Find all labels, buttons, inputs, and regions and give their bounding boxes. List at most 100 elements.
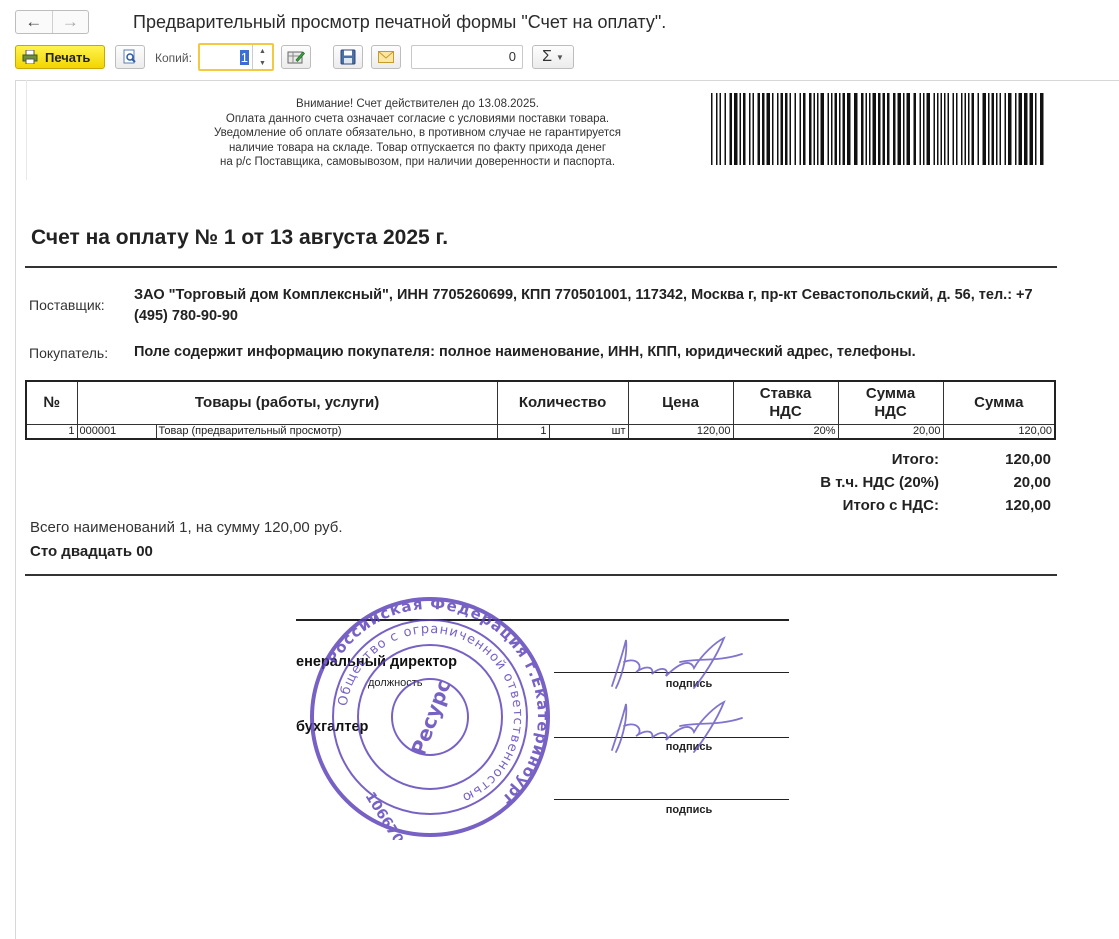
amount-in-words: Сто двадцать 00 bbox=[30, 543, 153, 560]
barcode-bar bbox=[956, 93, 958, 165]
barcode-bar bbox=[799, 93, 801, 165]
barcode-bar bbox=[991, 93, 994, 165]
cell-qty: 1 bbox=[496, 423, 550, 440]
send-email-button[interactable] bbox=[371, 45, 401, 69]
print-button-label: Печать bbox=[45, 49, 91, 65]
barcode-bar bbox=[842, 93, 845, 165]
barcode-bar bbox=[854, 93, 858, 165]
envelope-icon bbox=[378, 51, 394, 63]
copies-stepper[interactable]: ▲ ▼ bbox=[252, 45, 272, 69]
barcode-bar bbox=[988, 93, 990, 165]
table-header-row: № Товары (работы, услуги) Количество Цен… bbox=[25, 380, 1056, 425]
spin-down-icon[interactable]: ▼ bbox=[259, 60, 266, 67]
vat-sum-header-line: Сумма bbox=[865, 384, 916, 402]
notice-line: наличие товара на складе. Товар отпускае… bbox=[228, 141, 607, 154]
cell-code: 000001 bbox=[76, 423, 157, 440]
barcode-bar bbox=[762, 93, 765, 165]
grand-total-label: Итого с НДС: bbox=[842, 497, 939, 514]
barcode-bar bbox=[743, 93, 746, 165]
forward-button[interactable]: → bbox=[53, 11, 89, 33]
back-button[interactable]: ← bbox=[16, 11, 52, 33]
barcode-bar bbox=[716, 93, 718, 165]
sigma-icon: Σ bbox=[542, 48, 552, 65]
barcode-bar bbox=[1024, 93, 1028, 165]
barcode-bar bbox=[734, 93, 738, 165]
cell-name: Товар (предварительный просмотр) bbox=[155, 423, 498, 440]
barcode-bar bbox=[1029, 93, 1033, 165]
barcode bbox=[711, 93, 1044, 165]
barcode-bar bbox=[861, 93, 864, 165]
cell-vat-sum: 20,00 bbox=[837, 423, 944, 440]
barcode-bar bbox=[772, 93, 774, 165]
print-button[interactable]: Печать bbox=[15, 45, 105, 69]
chevron-down-icon: ▼ bbox=[555, 52, 564, 62]
total-label: Итого: bbox=[891, 451, 939, 468]
notice-line: Оплата данного счета означает согласие с… bbox=[225, 112, 610, 125]
director-signature-icon bbox=[611, 636, 743, 689]
barcode-bar bbox=[903, 93, 905, 165]
barcode-bar bbox=[897, 93, 901, 165]
barcode-bar bbox=[906, 93, 910, 165]
barcode-bar bbox=[1040, 93, 1044, 165]
cell-price: 120,00 bbox=[627, 423, 734, 440]
barcode-bar bbox=[882, 93, 885, 165]
company-stamp-icon: Российская Федерация г.Екатеринбург Обще… bbox=[310, 595, 551, 840]
barcode-bar bbox=[724, 93, 726, 165]
invoice-title: Счет на оплату № 1 от 13 августа 2025 г. bbox=[31, 226, 449, 249]
copies-label: Копий: bbox=[155, 51, 192, 65]
barcode-bar bbox=[893, 93, 896, 165]
floppy-disk-icon bbox=[340, 49, 356, 65]
edit-mode-button[interactable] bbox=[281, 45, 311, 69]
number-field[interactable]: 0 bbox=[411, 45, 523, 69]
barcode-bar bbox=[817, 93, 819, 165]
notice-line: на р/с Поставщика, самовывозом, при нали… bbox=[219, 156, 616, 168]
third-signature-line bbox=[554, 799, 789, 800]
notice-line: Уведомление об оплате обязательно, в про… bbox=[213, 127, 622, 139]
column-header-vat-rate: Ставка НДС bbox=[732, 380, 839, 425]
barcode-bar bbox=[952, 93, 954, 165]
buyer-value: Поле содержит информацию покупателя: пол… bbox=[134, 344, 916, 360]
barcode-bar bbox=[982, 93, 986, 165]
total-value: 120,00 bbox=[1005, 451, 1051, 468]
barcode-bar bbox=[1015, 93, 1017, 165]
barcode-bar bbox=[940, 93, 942, 165]
navigation-group: ← → bbox=[15, 10, 89, 34]
cell-sum: 120,00 bbox=[942, 423, 1056, 440]
barcode-bar bbox=[820, 93, 824, 165]
save-button[interactable] bbox=[333, 45, 363, 69]
vat-value: 20,00 bbox=[1013, 474, 1051, 491]
grand-total-value: 120,00 bbox=[1005, 497, 1051, 514]
goods-table: № Товары (работы, услуги) Количество Цен… bbox=[25, 380, 1057, 440]
barcode-bar bbox=[809, 93, 812, 165]
barcode-bar bbox=[933, 93, 935, 165]
notice-line: Внимание! Счет действителен до 13.08.202… bbox=[296, 98, 539, 110]
column-header-qty: Количество bbox=[496, 380, 629, 425]
barcode-bar bbox=[766, 93, 770, 165]
barcode-bar bbox=[919, 93, 921, 165]
barcode-bar bbox=[878, 93, 881, 165]
barcode-bar bbox=[926, 93, 930, 165]
copies-input[interactable]: 1 ▲ ▼ bbox=[198, 43, 274, 71]
preview-button[interactable] bbox=[115, 45, 145, 69]
supplier-label: Поставщик: bbox=[29, 297, 105, 313]
vat-label: В т.ч. НДС (20%) bbox=[820, 474, 939, 491]
document-margin-line bbox=[26, 80, 27, 180]
cell-vat-rate: 20% bbox=[732, 423, 839, 440]
column-header-vat-sum: Сумма НДС bbox=[837, 380, 944, 425]
third-signature-caption: подпись bbox=[665, 804, 713, 816]
barcode-bar bbox=[999, 93, 1001, 165]
edit-table-icon bbox=[287, 51, 305, 64]
barcode-bar bbox=[1018, 93, 1022, 165]
barcode-bar bbox=[964, 93, 966, 165]
sum-dropdown-button[interactable]: Σ ▼ bbox=[532, 45, 574, 69]
table-row: 1 000001 Товар (предварительный просмотр… bbox=[25, 423, 1056, 440]
barcode-bar bbox=[827, 93, 829, 165]
barcode-bar bbox=[813, 93, 815, 165]
barcode-bar bbox=[794, 93, 796, 165]
barcode-bar bbox=[869, 93, 871, 165]
barcode-bar bbox=[872, 93, 876, 165]
barcode-bar bbox=[1008, 93, 1012, 165]
spin-up-icon[interactable]: ▲ bbox=[259, 48, 266, 55]
arrow-left-icon: ← bbox=[25, 12, 43, 31]
cell-unit: шт bbox=[548, 423, 629, 440]
